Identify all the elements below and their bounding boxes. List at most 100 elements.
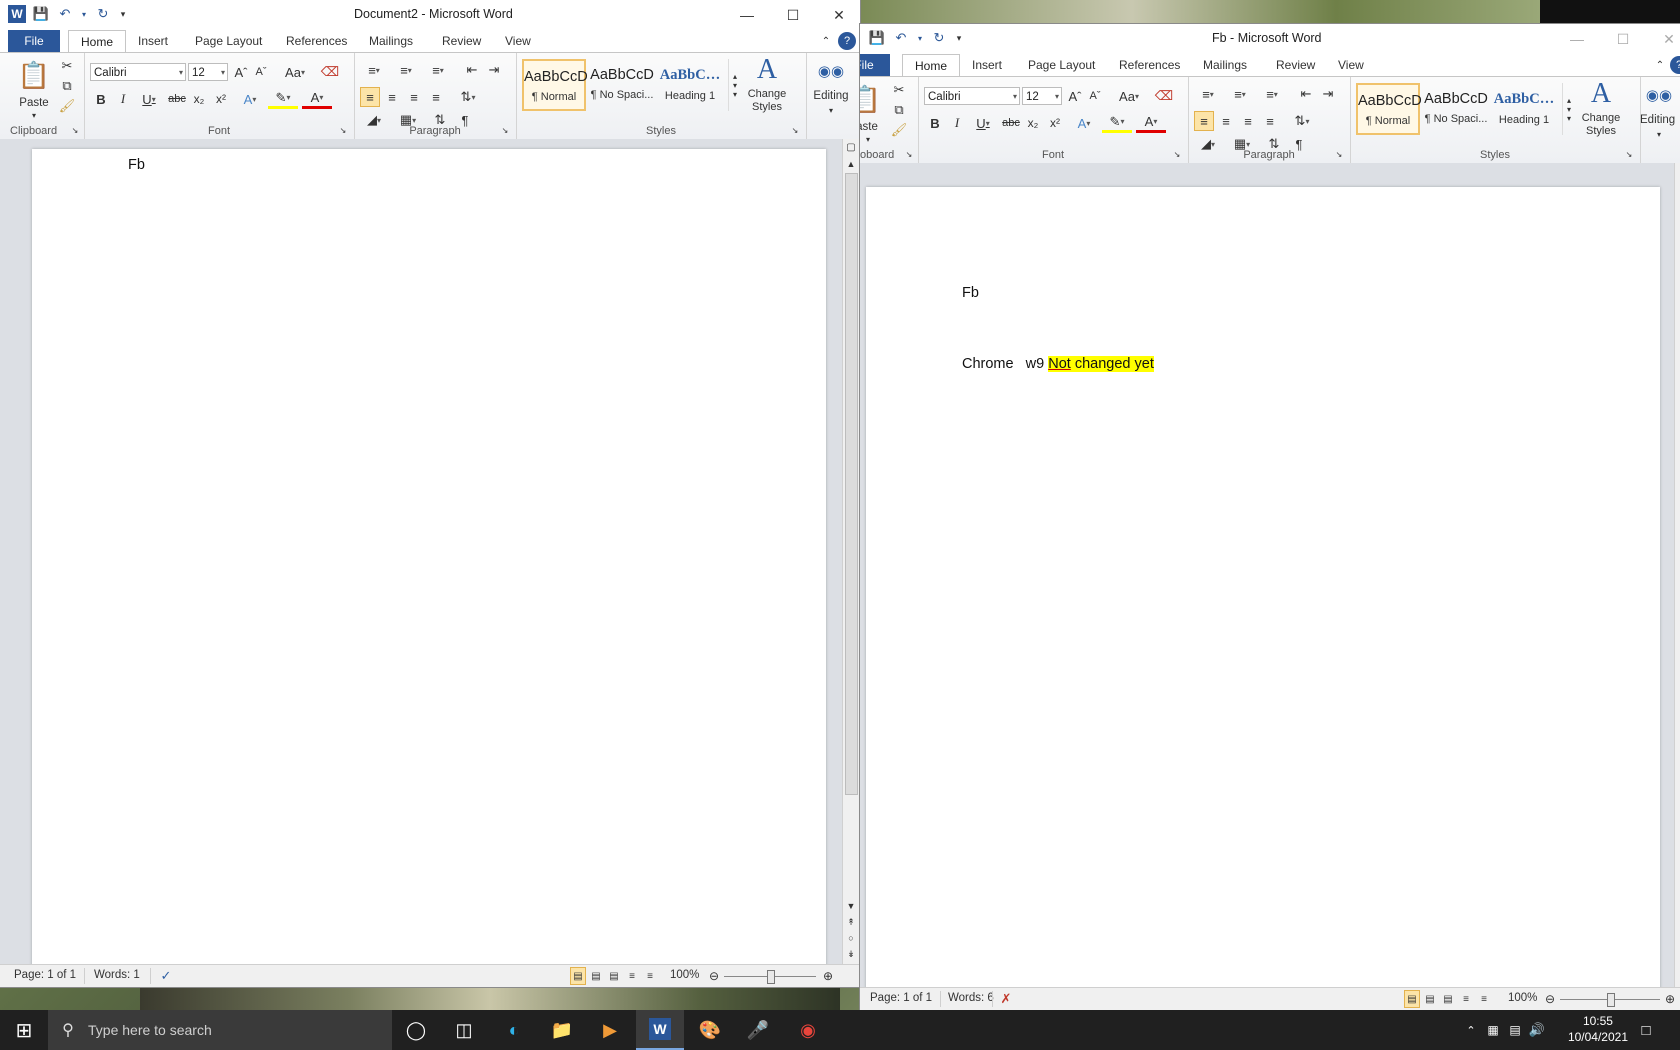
format-painter-icon[interactable]: 🖌 [58, 97, 76, 115]
styles-scroll-icon[interactable]: ▴ ▾ ▾ [1562, 83, 1575, 135]
tab-mailings[interactable]: Mailings [1203, 58, 1247, 72]
scroll-up-icon[interactable]: ▲ [843, 157, 859, 171]
tab-review[interactable]: Review [1276, 58, 1315, 72]
print-layout-view-icon[interactable]: ▤ [1404, 990, 1420, 1008]
browse-object-icon[interactable]: ○ [843, 931, 859, 945]
clear-formatting-icon[interactable]: ⌫ [320, 63, 340, 81]
change-styles-icon[interactable]: A [1582, 78, 1620, 109]
document-page[interactable]: Fb Chrome w9 Not changed yet [866, 187, 1660, 1007]
decrease-indent-icon[interactable]: ⇤ [1296, 85, 1316, 103]
tab-home[interactable]: Home [902, 54, 961, 77]
font-size-combo[interactable]: 12 ▾ [1022, 87, 1062, 105]
styles-launcher-icon[interactable]: ↘ [790, 125, 800, 135]
styles-scroll-icon[interactable]: ▴ ▾ ▾ [728, 59, 741, 111]
tab-view[interactable]: View [1338, 58, 1364, 72]
proofing-error-icon[interactable]: ✗ [996, 990, 1016, 1008]
decrease-indent-icon[interactable]: ⇤ [462, 61, 482, 79]
maximize-button[interactable]: ☐ [1600, 24, 1646, 54]
help-icon[interactable]: ? [838, 32, 856, 50]
tab-references[interactable]: References [286, 34, 347, 48]
binoculars-icon[interactable]: ◉◉ [1644, 83, 1674, 107]
paste-button[interactable]: aste [860, 119, 882, 135]
align-center-button[interactable]: ≡ [1216, 111, 1236, 131]
multilevel-list-icon[interactable]: ≡ ▾ [424, 61, 452, 79]
tab-review[interactable]: Review [442, 34, 481, 48]
clipboard-launcher-icon[interactable]: ↘ [904, 149, 914, 159]
maximize-button[interactable]: ☐ [770, 0, 816, 30]
proofing-icon[interactable]: ✓ [156, 967, 176, 985]
media-player-icon[interactable]: ▶ [586, 1010, 634, 1050]
close-button[interactable]: ✕ [816, 0, 860, 30]
task-view-icon[interactable]: ◫ [440, 1010, 488, 1050]
bold-button[interactable]: B [926, 113, 944, 133]
numbering-icon[interactable]: ≡ ▾ [392, 61, 420, 79]
show-hidden-icons-chevron-up-icon[interactable]: ⌃ [1460, 1024, 1482, 1037]
style-no-spacing[interactable]: AaBbCcD ¶ No Spaci... [1424, 83, 1488, 135]
style-heading-1[interactable]: AaBbC… Heading 1 [658, 59, 722, 111]
chrome-icon[interactable]: ◉ [784, 1010, 832, 1050]
zoom-slider-thumb[interactable] [1607, 993, 1615, 1007]
increase-indent-icon[interactable]: ⇥ [1318, 85, 1338, 103]
network-device-icon[interactable]: ▦ [1482, 1023, 1504, 1037]
superscript-button[interactable]: x² [212, 89, 230, 109]
zoom-in-icon[interactable]: ⊕ [1662, 991, 1678, 1007]
clock[interactable]: 10:55 10/04/2021 [1568, 1013, 1628, 1045]
align-right-button[interactable]: ≡ [1238, 111, 1258, 131]
align-left-button[interactable]: ≡ [360, 87, 380, 107]
customize-qat-icon[interactable]: ▾ [118, 5, 128, 23]
change-styles-icon[interactable]: A [748, 54, 786, 85]
full-screen-reading-icon[interactable]: ▤ [588, 967, 604, 985]
format-painter-icon[interactable]: 🖌 [890, 121, 908, 139]
zoom-level[interactable]: 100% [1508, 992, 1537, 1004]
bullets-icon[interactable]: ≡ ▾ [360, 61, 388, 79]
change-styles-button[interactable]: Change Styles [1576, 111, 1626, 139]
save-icon[interactable]: 💾 [868, 29, 886, 47]
draft-view-icon[interactable]: ≡ [1476, 990, 1492, 1008]
justify-button[interactable]: ≡ [1260, 111, 1280, 131]
paragraph-launcher-icon[interactable]: ↘ [1334, 149, 1344, 159]
minimize-button[interactable]: — [724, 0, 770, 30]
font-launcher-icon[interactable]: ↘ [338, 125, 348, 135]
change-styles-button[interactable]: Change Styles [742, 87, 792, 115]
cut-icon[interactable]: ✂ [58, 57, 76, 75]
draft-view-icon[interactable]: ≡ [642, 967, 658, 985]
undo-icon[interactable]: ↶ [56, 5, 74, 23]
binoculars-icon[interactable]: ◉◉ [816, 59, 846, 83]
editing-dropdown-icon[interactable]: ▾ [826, 105, 836, 115]
increase-indent-icon[interactable]: ⇥ [484, 61, 504, 79]
outline-view-icon[interactable]: ≡ [1458, 990, 1474, 1008]
style-no-spacing[interactable]: AaBbCcD ¶ No Spaci... [590, 59, 654, 111]
font-size-combo[interactable]: 12 ▾ [188, 63, 228, 81]
zoom-slider-thumb[interactable] [767, 970, 775, 984]
editing-dropdown-icon[interactable]: ▾ [1654, 129, 1664, 139]
doc-line-fb[interactable]: Fb [128, 157, 145, 173]
vertical-scrollbar[interactable] [1674, 163, 1680, 987]
minimize-button[interactable]: — [1554, 24, 1600, 54]
subscript-button[interactable]: x₂ [190, 89, 208, 109]
tab-file[interactable]: File [860, 54, 890, 76]
redo-icon[interactable]: ↻ [94, 5, 112, 23]
search-box[interactable]: ⚲ Type here to search [48, 1010, 392, 1050]
highlight-color-icon[interactable]: ✎ ▾ [268, 89, 298, 109]
underline-button[interactable]: U ▾ [970, 113, 996, 133]
word-count[interactable]: Words: 1 [94, 969, 140, 981]
strikethrough-button[interactable]: abc [1000, 113, 1022, 133]
tab-file[interactable]: File [8, 30, 60, 52]
text-effects-icon[interactable]: A ▾ [236, 89, 264, 109]
line-spacing-icon[interactable]: ⇅ ▾ [1288, 111, 1316, 131]
justify-button[interactable]: ≡ [426, 87, 446, 107]
page-count[interactable]: Page: 1 of 1 [14, 969, 76, 981]
clear-formatting-icon[interactable]: ⌫ [1154, 87, 1174, 105]
bold-button[interactable]: B [92, 89, 110, 109]
styles-launcher-icon[interactable]: ↘ [1624, 149, 1634, 159]
tab-home[interactable]: Home [68, 30, 127, 53]
minimize-ribbon-icon[interactable]: ⌃ [818, 32, 834, 50]
clipboard-launcher-icon[interactable]: ↘ [70, 125, 80, 135]
zoom-out-icon[interactable]: ⊖ [1542, 991, 1558, 1007]
paste-button[interactable]: Paste [14, 95, 54, 111]
strikethrough-button[interactable]: abc [166, 89, 188, 109]
shrink-font-icon[interactable]: Aˇ [252, 63, 270, 81]
undo-dropdown-icon[interactable]: ▾ [916, 29, 924, 47]
highlight-color-icon[interactable]: ✎ ▾ [1102, 113, 1132, 133]
save-icon[interactable]: 💾 [32, 5, 50, 23]
